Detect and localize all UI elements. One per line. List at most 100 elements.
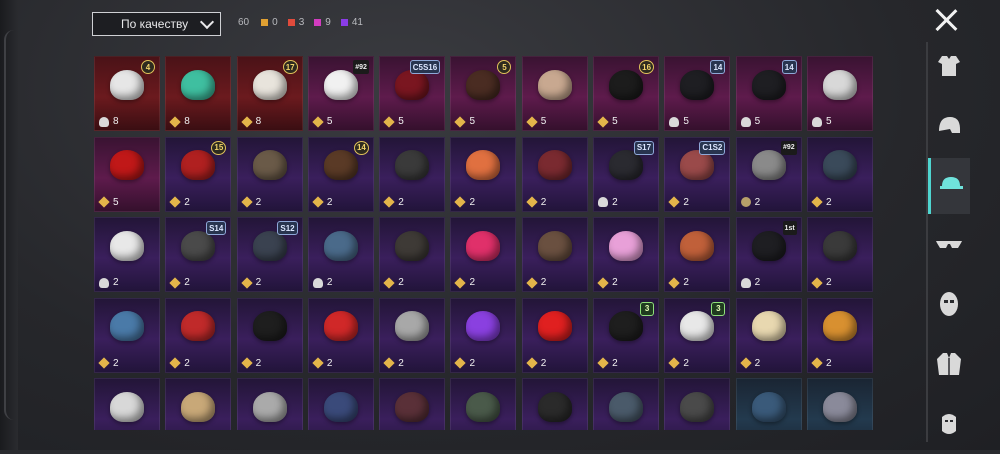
item-tile[interactable]: C5S16 5 xyxy=(379,56,446,131)
item-quantity: 2 xyxy=(169,357,190,369)
item-quantity-value: 5 xyxy=(113,196,119,208)
item-hat-icon xyxy=(751,150,786,181)
item-tile[interactable]: S17 2 xyxy=(593,136,660,212)
item-tile[interactable]: 14 2 xyxy=(307,136,374,212)
item-tile[interactable] xyxy=(236,378,303,430)
item-tile[interactable]: C1S2 2 xyxy=(664,136,731,212)
item-tile[interactable]: 2 xyxy=(379,217,446,292)
item-tile[interactable]: 2 xyxy=(94,297,160,373)
item-tile[interactable]: #92 5 xyxy=(307,56,374,131)
item-quantity: 2 xyxy=(454,276,475,289)
item-tile[interactable]: 14 5 xyxy=(735,56,802,131)
category-tab[interactable] xyxy=(928,398,970,454)
category-tab[interactable] xyxy=(928,158,970,214)
item-tile[interactable]: 2 xyxy=(165,297,232,373)
item-tile[interactable]: 2 xyxy=(806,136,873,212)
item-tile[interactable]: 2 xyxy=(521,217,588,292)
rarity-square-icon xyxy=(287,19,295,26)
item-quantity: 2 xyxy=(454,357,475,369)
item-hat-icon xyxy=(537,230,572,261)
item-tile[interactable]: 2 xyxy=(307,217,374,292)
item-tile[interactable]: 2 xyxy=(450,217,517,292)
item-tile[interactable]: 2 xyxy=(379,136,446,212)
diamond-icon xyxy=(383,115,395,128)
item-tile[interactable]: 2 xyxy=(806,217,873,292)
item-tile[interactable]: 5 xyxy=(806,56,873,131)
item-quantity-value: 5 xyxy=(398,116,404,127)
item-badge: S12 xyxy=(277,221,298,235)
item-tile[interactable]: 32 xyxy=(664,297,731,373)
item-tile[interactable]: 5 xyxy=(521,56,588,131)
item-tile[interactable] xyxy=(593,378,660,430)
diamond-icon xyxy=(597,276,609,289)
item-tile[interactable]: S14 2 xyxy=(165,217,232,292)
item-tile[interactable]: S12 2 xyxy=(236,217,303,292)
item-tile[interactable]: 2 xyxy=(521,136,588,212)
item-hat-icon xyxy=(323,311,358,342)
item-tile[interactable]: 2 xyxy=(236,297,303,373)
sort-dropdown[interactable]: По качеству xyxy=(92,12,221,36)
item-tile[interactable]: 32 xyxy=(593,297,660,373)
item-badge: S14 xyxy=(206,221,227,235)
item-hat-icon xyxy=(323,391,358,422)
item-hat-icon xyxy=(110,311,144,342)
item-tile[interactable]: 2 xyxy=(450,136,517,212)
face-paint-icon xyxy=(934,409,964,444)
item-tile[interactable]: 2 xyxy=(307,297,374,373)
item-hat-icon xyxy=(323,69,358,100)
item-tile[interactable]: #92 2 xyxy=(735,136,802,212)
item-tile[interactable]: 2 xyxy=(521,297,588,373)
item-tile[interactable]: 2 xyxy=(735,297,802,373)
item-tile[interactable]: 48 xyxy=(94,56,160,131)
item-tile[interactable]: 55 xyxy=(450,56,517,131)
item-quantity-value: 2 xyxy=(113,357,119,369)
item-quantity: 2 xyxy=(169,196,190,208)
item-tile[interactable] xyxy=(735,378,802,430)
diamond-icon xyxy=(740,357,752,369)
category-tab[interactable] xyxy=(928,338,970,394)
item-tile[interactable]: 8 xyxy=(165,56,232,131)
category-tab[interactable] xyxy=(928,40,970,96)
category-tab[interactable] xyxy=(928,278,970,334)
item-hat-icon xyxy=(466,150,501,181)
item-quantity-value: 2 xyxy=(184,196,190,208)
item-quantity-value: 2 xyxy=(398,357,404,369)
diamond-icon xyxy=(240,115,253,128)
rarity-square-icon xyxy=(261,19,269,26)
rarity-count-legendary: 0 xyxy=(261,17,278,28)
item-tile[interactable] xyxy=(521,378,588,430)
item-tile[interactable]: 15 2 xyxy=(165,136,232,212)
item-tile[interactable] xyxy=(165,378,232,430)
item-tile[interactable]: 2 xyxy=(806,297,873,373)
item-tile[interactable]: 2 xyxy=(450,297,517,373)
item-tile[interactable] xyxy=(664,378,731,430)
item-tile[interactable]: 16 5 xyxy=(593,56,660,131)
category-tab[interactable] xyxy=(928,100,970,156)
item-tile[interactable] xyxy=(379,378,446,430)
cloud-icon xyxy=(598,197,609,207)
item-tile[interactable]: 17 8 xyxy=(236,56,303,131)
item-tile[interactable]: 2 xyxy=(664,217,731,292)
item-quantity: 5 xyxy=(312,115,332,128)
diamond-icon xyxy=(526,276,538,289)
item-tile[interactable]: 2 xyxy=(236,136,303,212)
item-quantity: 5 xyxy=(811,116,832,127)
item-tile[interactable]: 2 xyxy=(593,217,660,292)
close-icon[interactable] xyxy=(934,8,958,32)
item-tile[interactable] xyxy=(94,378,160,430)
item-badge: 3 xyxy=(640,301,655,316)
item-tile[interactable]: 1st 2 xyxy=(735,217,802,292)
item-tile[interactable] xyxy=(806,378,873,430)
item-hat-icon xyxy=(751,391,786,422)
item-tile[interactable]: 14 5 xyxy=(664,56,731,131)
item-tile[interactable]: 5 xyxy=(94,136,160,212)
item-tile[interactable] xyxy=(450,378,517,430)
item-quantity: 2 xyxy=(526,276,546,289)
item-quantity: 2 xyxy=(312,196,332,208)
item-hat-icon xyxy=(252,391,287,422)
item-tile[interactable] xyxy=(307,378,374,430)
category-tab[interactable] xyxy=(928,218,970,274)
item-quantity: 2 xyxy=(597,276,618,289)
item-tile[interactable]: 2 xyxy=(379,297,446,373)
item-tile[interactable]: 2 xyxy=(94,217,160,292)
